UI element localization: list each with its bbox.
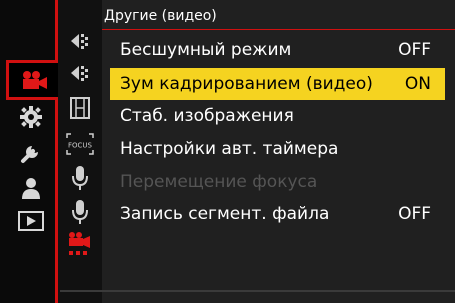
menu-item-label: Стаб. изображения xyxy=(120,106,294,126)
mic-icon-1 xyxy=(72,166,88,190)
video-camera-icon xyxy=(22,71,47,89)
sub-tab-6[interactable] xyxy=(62,198,98,226)
menu-item-focus-transition: Перемещение фокуса xyxy=(110,166,445,198)
film-icon xyxy=(70,97,90,119)
playback-icon xyxy=(18,211,44,231)
menu-item-label: Запись сегмент. файла xyxy=(120,204,330,224)
mic-icon-2 xyxy=(72,200,88,224)
menu-item-self-timer-settings[interactable]: Настройки авт. таймера xyxy=(110,133,445,165)
menu-item-value: OFF xyxy=(398,40,431,60)
exposure-icon-2 xyxy=(71,66,88,81)
sub-tab-3[interactable] xyxy=(62,94,98,122)
sub-tab-4[interactable]: FOCUS xyxy=(62,130,98,158)
focus-icon: FOCUS xyxy=(66,133,94,155)
menu-panel: FOCUS Другие (видео) Бесшумный режим OFF xyxy=(0,0,455,303)
category-video[interactable] xyxy=(6,60,58,100)
menu-item-label: Зум кадрированием (видео) xyxy=(120,74,373,94)
gear-icon xyxy=(20,106,42,128)
wrench-icon xyxy=(21,146,38,163)
header-divider xyxy=(102,29,455,30)
menu-item-label: Бесшумный режим xyxy=(120,40,292,60)
exposure-icon-1 xyxy=(71,34,88,49)
menu-item-image-stabilizer[interactable]: Стаб. изображения xyxy=(110,100,445,132)
category-setup[interactable] xyxy=(10,137,52,169)
menu-item-label: Настройки авт. таймера xyxy=(120,139,339,159)
person-icon xyxy=(22,178,40,199)
bottom-divider xyxy=(60,290,455,292)
sub-tab-5[interactable] xyxy=(62,164,98,192)
focus-icon-text: FOCUS xyxy=(68,142,93,150)
menu-item-segmented-file-recording[interactable]: Запись сегмент. файла OFF xyxy=(110,198,445,230)
sub-tab-1[interactable] xyxy=(62,27,98,55)
sub-tab-2[interactable] xyxy=(62,59,98,87)
menu-item-value: OFF xyxy=(398,204,431,224)
menu-item-label: Перемещение фокуса xyxy=(120,172,318,192)
video-camera-dots-icon xyxy=(69,232,90,255)
menu-item-crop-zoom[interactable]: Зум кадрированием (видео) ON xyxy=(110,68,445,100)
page-title: Другие (видео) xyxy=(104,8,217,24)
menu-item-silent-mode[interactable]: Бесшумный режим OFF xyxy=(110,34,445,66)
category-my-menu[interactable] xyxy=(10,172,52,204)
category-custom[interactable] xyxy=(10,101,52,133)
category-playback[interactable] xyxy=(10,205,52,237)
menu-item-value: ON xyxy=(404,74,431,94)
sub-tab-7-active[interactable] xyxy=(62,230,98,258)
